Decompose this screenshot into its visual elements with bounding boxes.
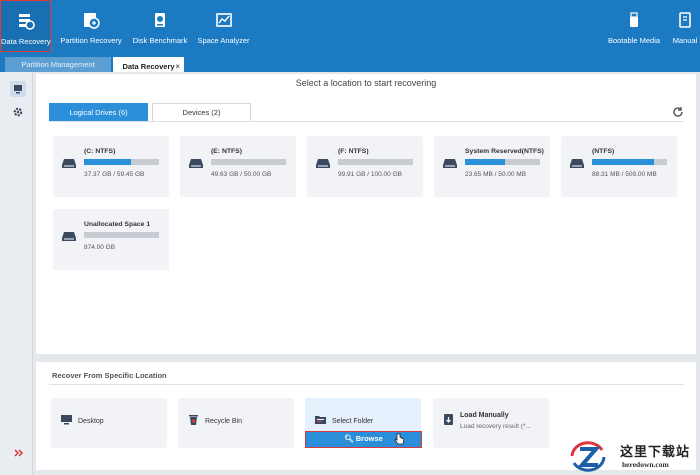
book-icon [679, 12, 691, 28]
main-toolbar: Data Recovery Partition Recovery Disk Be… [0, 0, 700, 56]
section-title: Recover From Specific Location [52, 371, 167, 380]
drive-usage-bar [592, 159, 667, 165]
page-title: Select a location to start recovering [295, 78, 437, 88]
refresh-icon[interactable] [672, 106, 684, 118]
bootable-media-label: Bootable Media [607, 36, 661, 45]
space-analyzer-button[interactable]: Space Analyzer [196, 0, 251, 52]
drive-size: 37.37 GB / 59.45 GB [84, 171, 145, 178]
space-analyzer-label: Space Analyzer [197, 36, 250, 45]
drive-name: (F: NTFS) [338, 148, 369, 155]
drive-usage-fill [592, 159, 655, 165]
watermark-text: 这里下载站 [620, 444, 691, 459]
rail-settings-button[interactable] [10, 104, 26, 120]
drive-size: 99.91 GB / 100.00 GB [338, 171, 402, 178]
bootable-media-button[interactable]: Bootable Media [604, 0, 664, 52]
desktop-label: Desktop [78, 418, 104, 425]
drive-size: 88.31 MB / 509.00 MB [592, 171, 657, 178]
partition-recovery-label: Partition Recovery [60, 36, 122, 45]
folder-icon [315, 416, 326, 424]
data-recovery-button[interactable]: Data Recovery [0, 0, 51, 52]
data-recovery-label: Data Recovery [1, 37, 51, 46]
manual-button[interactable]: Manual [670, 0, 700, 52]
drive-size: 49.63 GB / 50.00 GB [211, 171, 272, 178]
tab-data-recovery[interactable]: Data Recovery × [113, 57, 184, 72]
drive-card[interactable]: System Reserved(NTFS) 23.65 MB / 50.00 MB [434, 136, 550, 197]
expand-icon[interactable] [14, 449, 24, 457]
drive-selection-panel: Select a location to start recovering Lo… [36, 74, 696, 354]
drive-card[interactable]: (E: NTFS) 49.63 GB / 50.00 GB [180, 136, 296, 197]
left-rail [0, 72, 33, 475]
disk-benchmark-button[interactable]: Disk Benchmark [132, 0, 188, 52]
load-manually-label: Load Manually [460, 412, 509, 419]
drive-name: (E: NTFS) [211, 148, 242, 155]
drive-size: 23.65 MB / 50.00 MB [465, 171, 527, 178]
drive-card[interactable]: (F: NTFS) 99.91 GB / 100.00 GB [307, 136, 423, 197]
tab-logical-drives[interactable]: Logical Drives (6) [49, 103, 148, 122]
usb-icon [630, 12, 638, 27]
drive-card[interactable]: Unallocated Space 1 874.00 GB [53, 209, 169, 270]
load-icon [444, 414, 453, 425]
drive-usage-bar [84, 232, 159, 238]
tab-partition-management[interactable]: Partition Management [5, 57, 111, 72]
tab-bar: Partition Management Data Recovery × [0, 56, 700, 72]
divider [49, 384, 684, 385]
drive-icon [62, 232, 76, 241]
load-manually-description: Load recovery result (*... [460, 423, 531, 430]
drive-name: (C: NTFS) [84, 148, 116, 155]
recycle-bin-icon [189, 415, 198, 425]
space-analyzer-icon [215, 13, 232, 27]
hand-cursor-icon [394, 433, 404, 445]
drive-card[interactable]: (NTFS) 88.31 MB / 509.00 MB [561, 136, 677, 197]
tab-data-recovery-label: Data Recovery [122, 62, 175, 71]
drive-icon [570, 159, 584, 168]
watermark: 这里下载站 heredown.com [568, 438, 700, 475]
search-icon: 🔍︎ [344, 434, 354, 443]
select-folder-label: Select Folder [332, 418, 374, 425]
drive-icon [62, 159, 76, 168]
drive-size: 874.00 GB [84, 244, 116, 251]
drive-usage-bar [465, 159, 540, 165]
browse-label: Browse [355, 434, 383, 443]
watermark-url: heredown.com [622, 460, 669, 469]
close-icon[interactable]: × [175, 59, 180, 74]
data-recovery-icon [18, 14, 35, 30]
manual-label: Manual [672, 36, 698, 45]
site-logo-icon [570, 441, 606, 472]
drive-usage-fill [84, 159, 132, 165]
browse-button[interactable]: 🔍︎ Browse [305, 431, 422, 448]
tab-devices[interactable]: Devices (2) [152, 103, 251, 122]
drive-usage-bar [84, 159, 159, 165]
desktop-icon [61, 415, 72, 425]
drive-icon [316, 159, 330, 168]
partition-recovery-button[interactable]: Partition Recovery [60, 0, 122, 52]
drive-icon [189, 159, 203, 168]
recycle-bin-card[interactable]: Recycle Bin [178, 398, 294, 448]
disk-benchmark-icon [155, 13, 165, 27]
divider [49, 121, 684, 122]
recycle-bin-label: Recycle Bin [205, 418, 242, 425]
monitor-icon [14, 85, 22, 94]
gear-icon [13, 107, 23, 117]
partition-recovery-icon [84, 13, 100, 29]
drive-icon [443, 159, 457, 168]
drive-name: Unallocated Space 1 [84, 221, 151, 228]
desktop-card[interactable]: Desktop [51, 398, 167, 448]
drive-name: System Reserved(NTFS) [465, 148, 544, 155]
disk-benchmark-label: Disk Benchmark [132, 36, 188, 45]
drive-usage-bar [211, 159, 286, 165]
rail-monitor-button[interactable] [10, 81, 26, 97]
drive-usage-bar [338, 159, 413, 165]
drive-card[interactable]: (C: NTFS) 37.37 GB / 59.45 GB [53, 136, 169, 197]
drive-name: (NTFS) [592, 148, 615, 155]
drive-usage-fill [465, 159, 505, 165]
load-manually-card[interactable]: Load Manually Load recovery result (*... [433, 398, 549, 448]
